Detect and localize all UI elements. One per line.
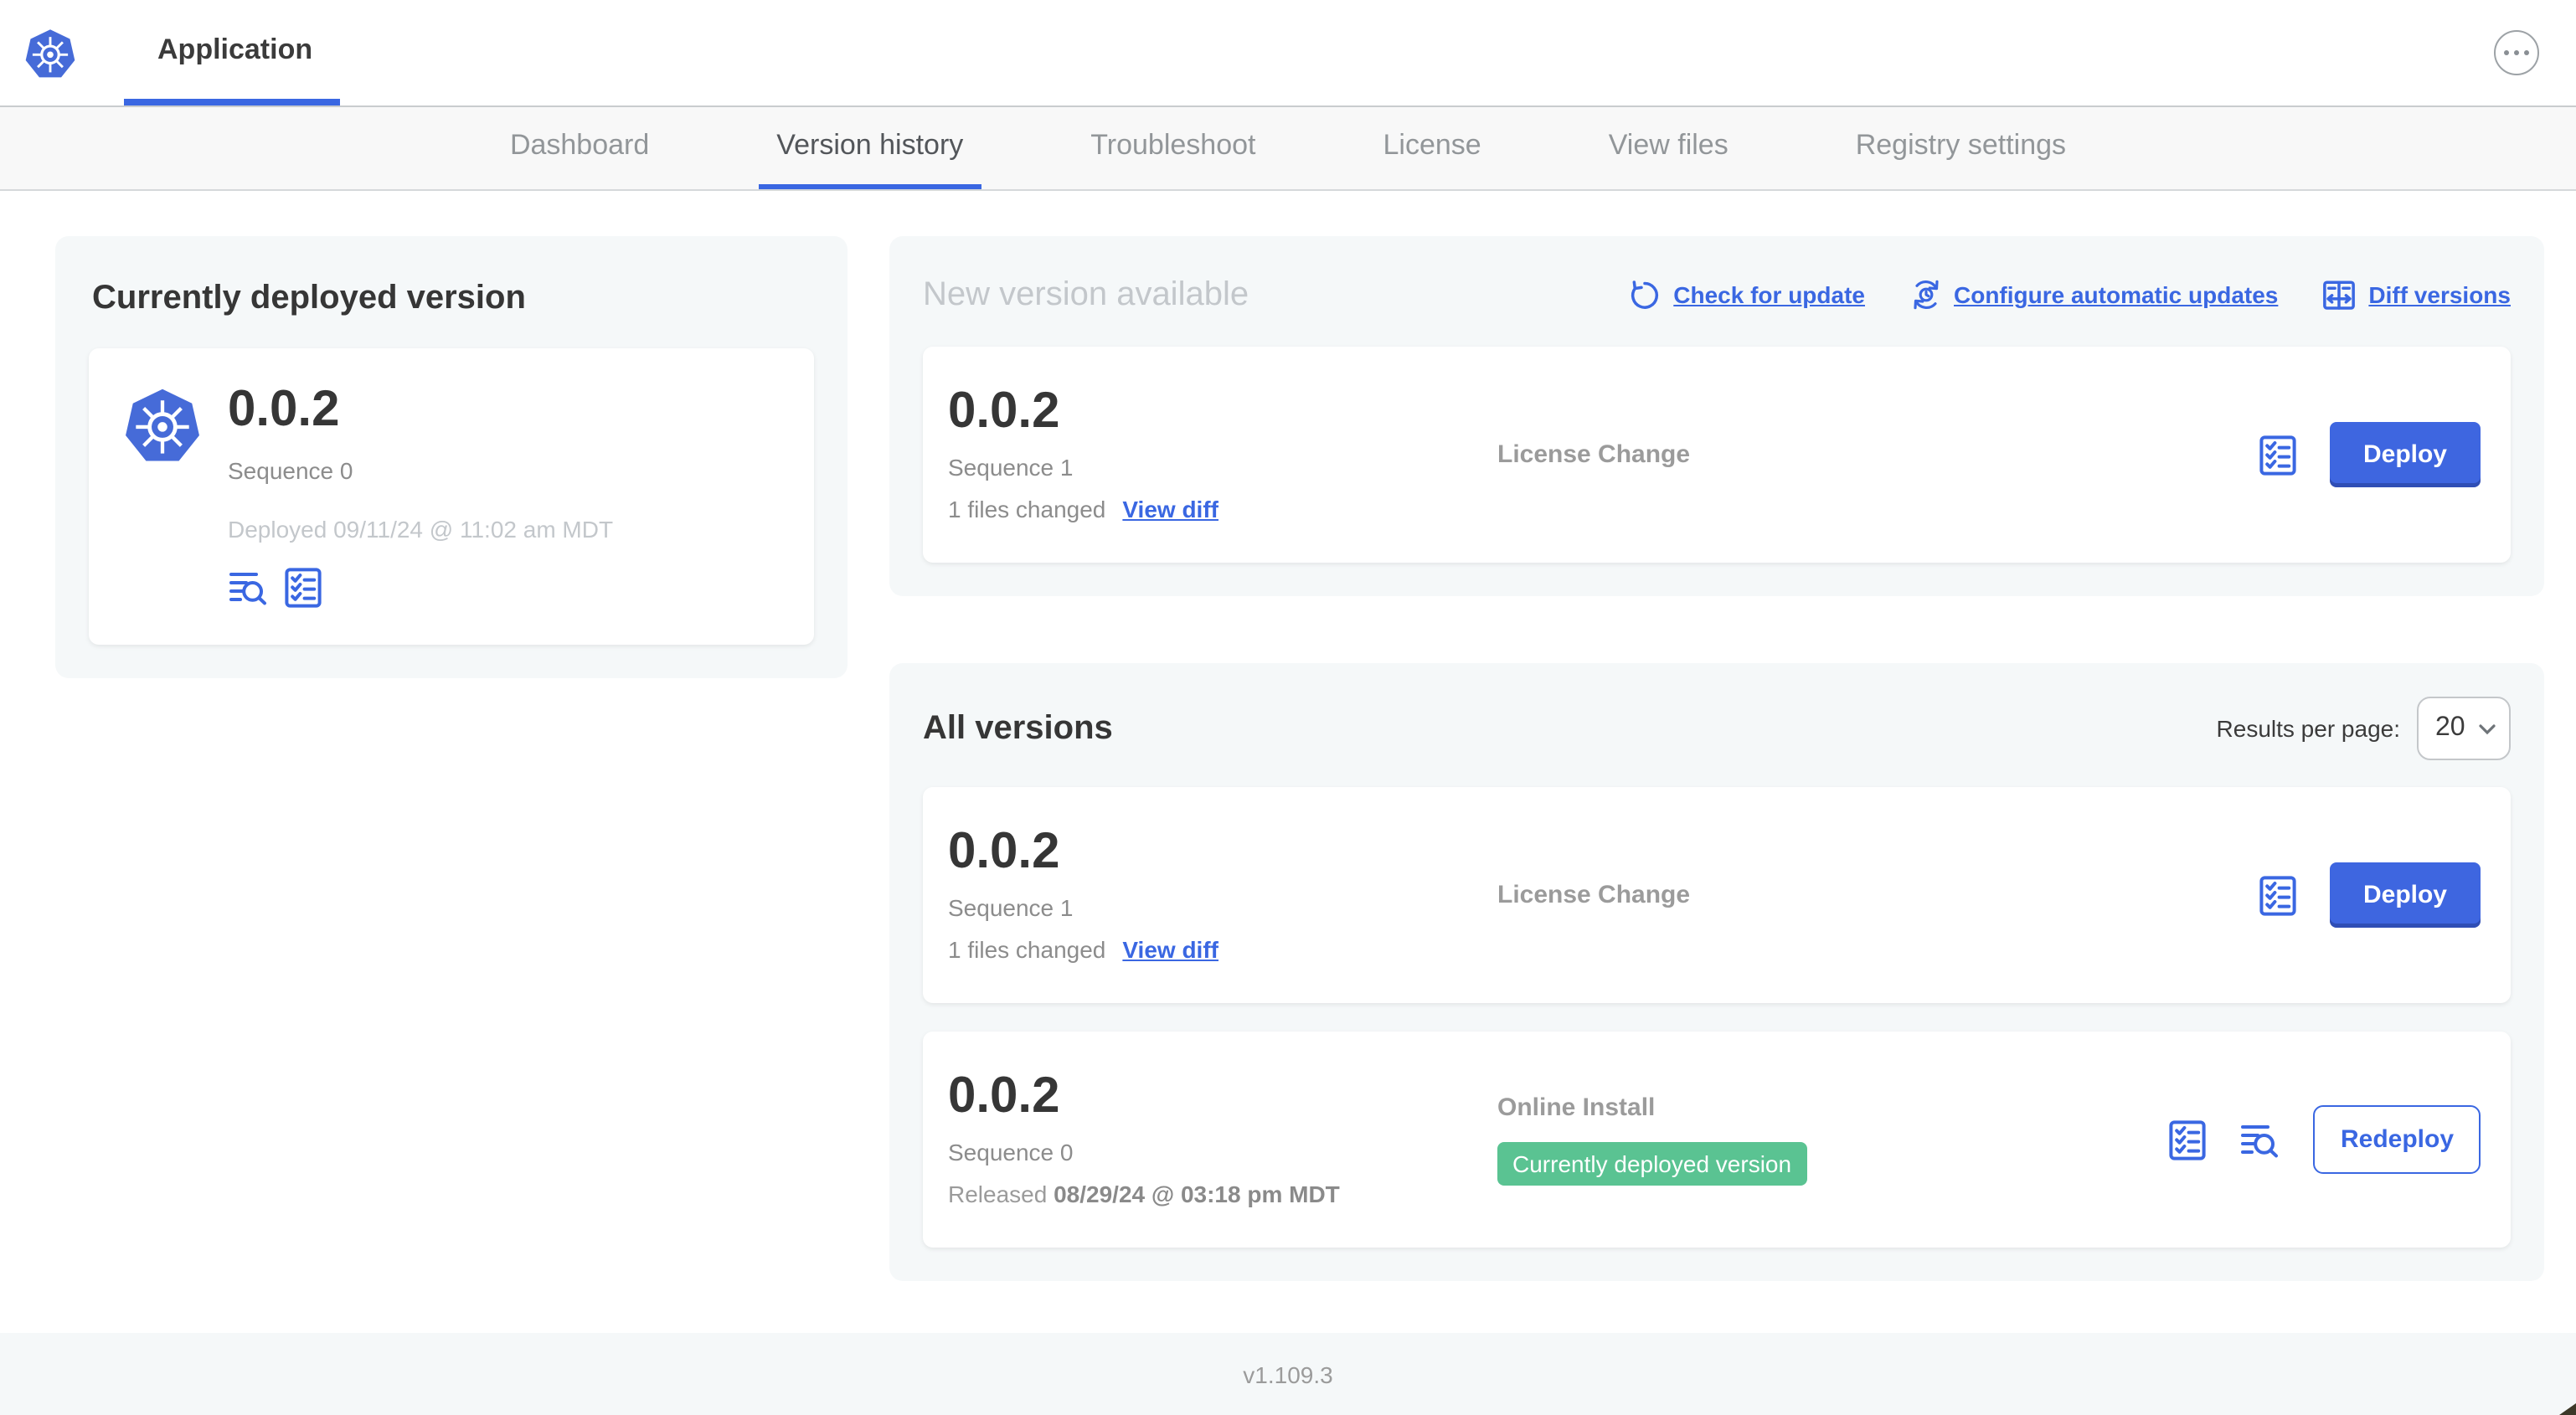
redeploy-button[interactable]: Redeploy [2313, 1105, 2481, 1174]
deploy-button[interactable]: Deploy [2329, 862, 2481, 928]
kubernetes-logo-icon [23, 26, 77, 80]
currently-deployed-title: Currently deployed version [92, 280, 526, 316]
version-sequence: Sequence 1 [948, 894, 1074, 921]
tab-troubleshoot[interactable]: Troubleshoot [1072, 107, 1274, 189]
clock-refresh-icon [1913, 280, 1938, 310]
tab-view-files[interactable]: View files [1590, 107, 1747, 189]
diff-versions-link[interactable]: Diff versions [2321, 277, 2511, 312]
version-number: 0.0.2 [948, 383, 1060, 439]
tab-version-history[interactable]: Version history [758, 107, 982, 189]
new-version-row: 0.0.2 Sequence 1 1 files changed View di… [923, 347, 2511, 563]
diff-icon [2323, 280, 2356, 309]
new-version-title: New version available [923, 275, 1249, 312]
version-source-label: License Change [1497, 881, 1691, 909]
new-version-panel: New version available Check for update C… [889, 236, 2544, 596]
version-sequence: Sequence 1 [948, 454, 1074, 481]
top-bar: Application [0, 0, 2576, 107]
version-number: 0.0.2 [948, 824, 1060, 879]
cursor-artifact [2559, 1403, 2576, 1415]
current-version-sequence: Sequence 0 [228, 457, 353, 484]
main-content: Currently deployed version 0.0.2 Sequenc… [0, 191, 2576, 1333]
preflight-checklist-icon[interactable] [2259, 435, 2296, 475]
results-per-page-label: Results per page: [2216, 715, 2400, 742]
version-source-label: License Change [1497, 440, 1691, 469]
currently-deployed-card: 0.0.2 Sequence 0 Deployed 09/11/24 @ 11:… [89, 348, 814, 645]
app-tab-label: Application [157, 33, 313, 64]
current-version-deployed-date: Deployed 09/11/24 @ 11:02 am MDT [228, 516, 614, 543]
app-tab-application[interactable]: Application [124, 0, 340, 105]
version-source-label: Online Install [1497, 1093, 1656, 1122]
tab-license[interactable]: License [1365, 107, 1500, 189]
version-number: 0.0.2 [948, 1068, 1060, 1124]
current-version-number: 0.0.2 [228, 382, 340, 437]
currently-deployed-badge: Currently deployed version [1497, 1142, 1807, 1186]
preflight-checklist-icon[interactable] [2170, 1119, 2207, 1160]
page: Application Dashboard Version history Tr… [0, 0, 2576, 1415]
version-row-sequence-1: 0.0.2 Sequence 1 1 files changed View di… [923, 787, 2511, 1003]
preflight-checklist-icon[interactable] [2259, 875, 2296, 915]
preflight-checklist-icon[interactable] [285, 568, 322, 608]
files-changed-label: 1 files changed [948, 496, 1106, 522]
view-diff-link[interactable]: View diff [1122, 936, 1218, 963]
tab-dashboard[interactable]: Dashboard [492, 107, 667, 189]
results-per-page-value: 20 [2435, 713, 2465, 742]
results-per-page-select[interactable]: 20 [2417, 697, 2511, 760]
ellipsis-icon [2504, 49, 2510, 56]
version-released-date: Released 08/29/24 @ 03:18 pm MDT [948, 1181, 1340, 1207]
console-version: v1.109.3 [1243, 1361, 1333, 1387]
version-row-sequence-0: 0.0.2 Sequence 0 Released 08/29/24 @ 03:… [923, 1032, 2511, 1248]
tab-registry-settings[interactable]: Registry settings [1837, 107, 2084, 189]
check-for-update-link[interactable]: Check for update [1628, 278, 1865, 311]
kubernetes-logo-icon [122, 385, 203, 466]
view-diff-link[interactable]: View diff [1122, 496, 1218, 522]
files-changed-label: 1 files changed [948, 936, 1106, 963]
all-versions-panel: All versions Results per page: 20 0.0.2 … [889, 663, 2544, 1281]
current-version-details: 0.0.2 Sequence 0 Deployed 09/11/24 @ 11:… [228, 382, 614, 608]
app-nav: Dashboard Version history Troubleshoot L… [0, 107, 2576, 191]
version-sequence: Sequence 0 [948, 1139, 1074, 1165]
refresh-icon [1631, 280, 1659, 309]
configure-automatic-updates-link[interactable]: Configure automatic updates [1909, 278, 2278, 311]
page-footer: v1.109.3 [0, 1333, 2576, 1415]
deploy-logs-icon[interactable] [228, 569, 268, 606]
right-column: New version available Check for update C… [889, 236, 2544, 1281]
more-options-button[interactable] [2494, 30, 2539, 75]
chevron-down-icon [2479, 723, 2496, 734]
deploy-logs-icon[interactable] [2240, 1121, 2280, 1158]
all-versions-title: All versions [923, 709, 1113, 746]
deploy-button[interactable]: Deploy [2329, 422, 2481, 487]
currently-deployed-panel: Currently deployed version 0.0.2 Sequenc… [55, 236, 848, 678]
